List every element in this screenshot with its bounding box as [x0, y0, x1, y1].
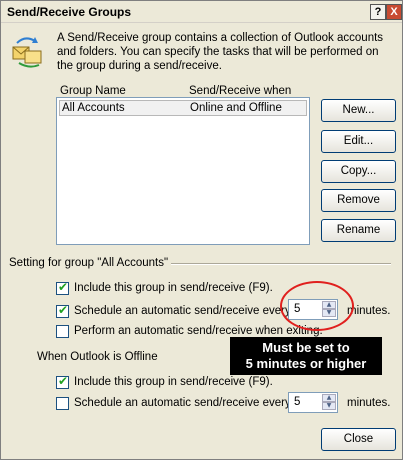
- schedule-offline-label: Schedule an automatic send/receive every: [74, 397, 291, 409]
- intro-text: A Send/Receive group contains a collecti…: [57, 32, 384, 72]
- copy-button[interactable]: Copy...: [321, 160, 396, 183]
- checkmark-icon: ✔: [58, 280, 69, 294]
- send-receive-groups-dialog: Send/Receive Groups ? X A Send/Receive g…: [0, 0, 403, 460]
- title-bar: Send/Receive Groups ? X: [1, 1, 402, 23]
- checkmark-icon: ✔: [58, 374, 69, 388]
- list-item-all-accounts[interactable]: All Accounts Online and Offline: [59, 100, 307, 116]
- include-offline-checkbox[interactable]: ✔: [56, 374, 69, 389]
- schedule-offline-minutes-spinner[interactable]: 5 ▲ ▼: [288, 392, 338, 413]
- perform-on-exit-label: Perform an automatic send/receive when e…: [74, 325, 323, 337]
- include-online-checkbox[interactable]: ✔: [56, 280, 69, 295]
- include-offline-label: Include this group in send/receive (F9).: [74, 376, 273, 388]
- settings-section-title: Setting for group "All Accounts": [9, 257, 169, 269]
- spinner-value: 5: [294, 396, 301, 408]
- annotation-line-2: 5 minutes or higher: [245, 356, 367, 371]
- group-name-cell: All Accounts: [62, 102, 125, 114]
- spin-up-icon[interactable]: ▲: [322, 394, 336, 402]
- include-online-label: Include this group in send/receive (F9).: [74, 282, 273, 294]
- close-button[interactable]: Close: [321, 428, 396, 451]
- annotation-callout: Must be set to 5 minutes or higher: [230, 337, 382, 375]
- rename-button[interactable]: Rename: [321, 219, 396, 242]
- group-when-cell: Online and Offline: [190, 102, 282, 114]
- groups-listbox[interactable]: All Accounts Online and Offline: [56, 97, 310, 245]
- help-button[interactable]: ?: [370, 4, 386, 20]
- send-receive-icon: [12, 37, 42, 68]
- highlight-circle: [280, 281, 354, 331]
- offline-heading: When Outlook is Offline: [37, 351, 158, 363]
- checkmark-icon: ✔: [58, 303, 69, 317]
- schedule-online-checkbox[interactable]: ✔: [56, 303, 69, 318]
- spin-down-icon[interactable]: ▼: [322, 402, 336, 410]
- annotation-line-1: Must be set to: [262, 340, 350, 355]
- window-title: Send/Receive Groups: [7, 5, 132, 19]
- settings-divider: [171, 263, 391, 265]
- column-header-send-receive-when: Send/Receive when: [189, 85, 292, 97]
- schedule-online-label: Schedule an automatic send/receive every: [74, 305, 291, 317]
- new-button[interactable]: New...: [321, 99, 396, 122]
- column-header-group-name: Group Name: [60, 85, 126, 97]
- perform-on-exit-checkbox[interactable]: [56, 325, 69, 338]
- close-window-button[interactable]: X: [386, 4, 402, 20]
- edit-button[interactable]: Edit...: [321, 130, 396, 153]
- schedule-offline-minutes-label: minutes.: [347, 397, 391, 409]
- schedule-offline-checkbox[interactable]: [56, 397, 69, 410]
- remove-button[interactable]: Remove: [321, 189, 396, 212]
